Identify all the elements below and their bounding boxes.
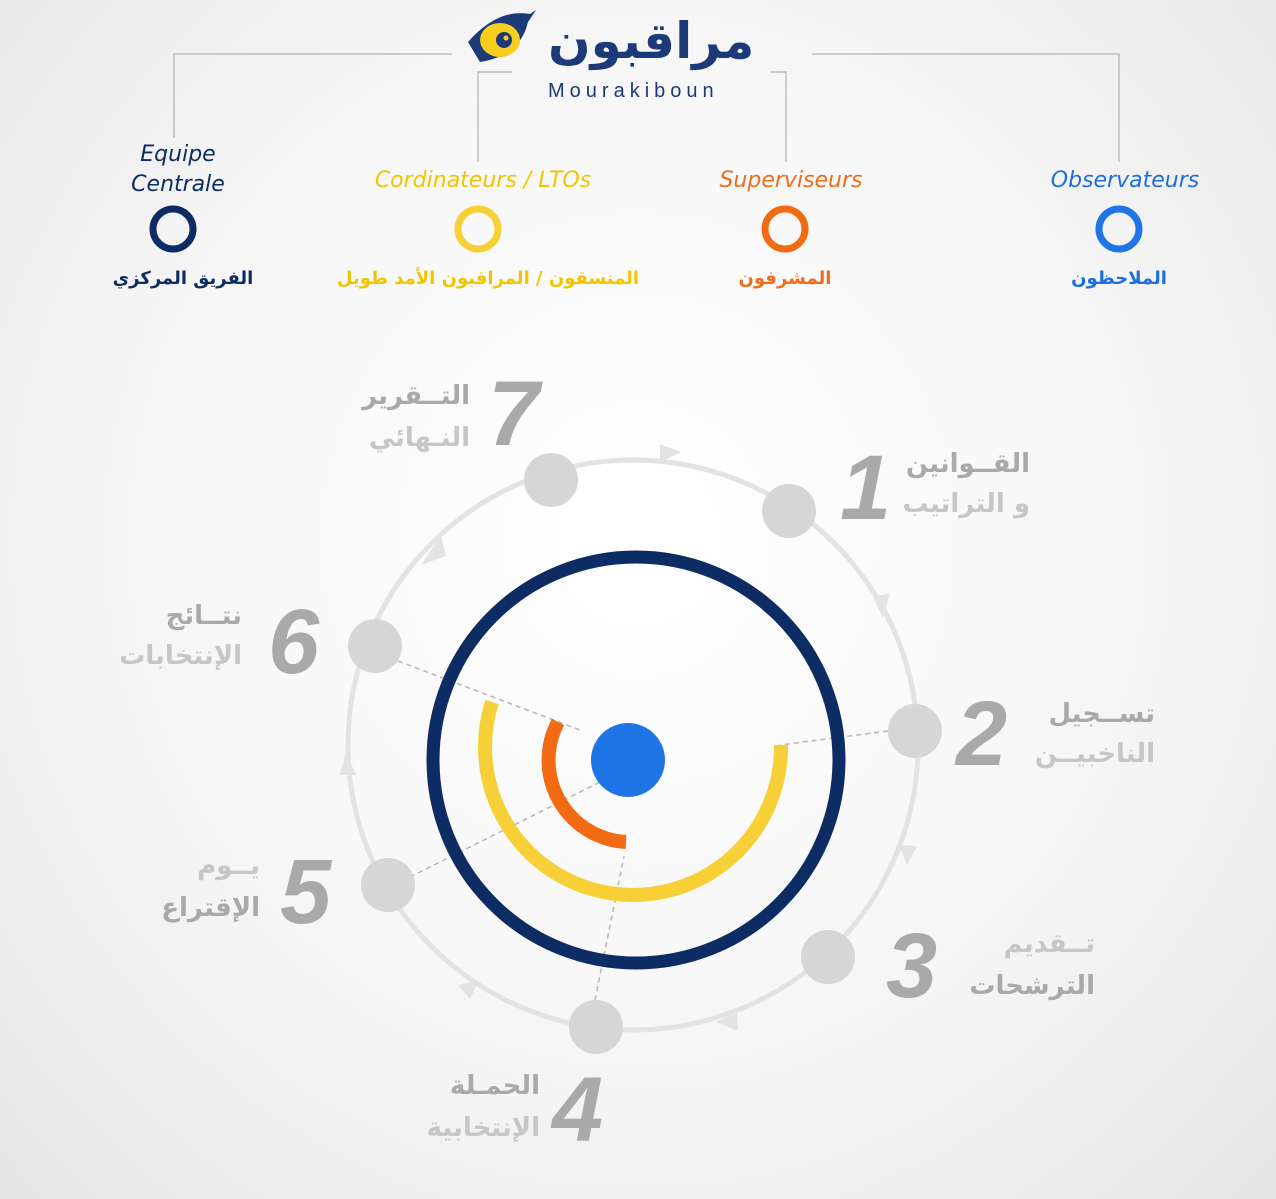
step-number-6: 6 xyxy=(268,591,320,693)
step-number-7: 7 xyxy=(488,363,540,465)
step-node-5 xyxy=(361,858,415,912)
step-number-3: 3 xyxy=(886,915,938,1017)
role-coordinators-fr: Cordinateurs / LTOs xyxy=(374,168,592,193)
step-3-line1: تــقديم xyxy=(1003,929,1095,959)
step-7-line2: النـهائي xyxy=(368,423,470,453)
role-supervisors-fr: Superviseurs xyxy=(719,168,863,193)
role-marker-coordinators xyxy=(454,205,502,253)
step-1-line1: القــوانين xyxy=(905,449,1030,479)
role-central-fr: Equipe Centrale xyxy=(131,142,225,197)
role-observers-fr: Observateurs xyxy=(1050,168,1200,193)
arrow-icon xyxy=(660,444,681,462)
step-node-6 xyxy=(348,619,402,673)
step-5-line1: يــوم xyxy=(197,851,260,881)
step-4-line1: الحمـلة xyxy=(449,1071,540,1101)
step-number-4: 4 xyxy=(552,1059,604,1161)
eye-icon xyxy=(468,10,536,62)
step-4-line2: الإنتخابية xyxy=(426,1113,540,1143)
step-number-5: 5 xyxy=(280,841,332,943)
role-marker-observers xyxy=(1095,205,1143,253)
role-marker-supervisors xyxy=(761,205,809,253)
connector-supervisors xyxy=(770,71,787,162)
step-6-line1: نتــائج xyxy=(165,601,242,631)
step-node-3 xyxy=(801,930,855,984)
role-supervisors-ar: المشرفون xyxy=(738,268,832,289)
arrow-icon xyxy=(899,845,917,865)
observers-core xyxy=(591,723,665,797)
connector-central xyxy=(173,53,452,138)
header-connectors xyxy=(173,53,1120,162)
step-7-line1: التــقرير xyxy=(362,381,470,411)
step-number-2: 2 xyxy=(956,683,1008,785)
connector-observers xyxy=(812,53,1120,162)
connector-coordinators xyxy=(477,71,512,162)
role-observers-ar: الملاحظون xyxy=(1071,268,1167,289)
step-node-4 xyxy=(569,1000,623,1054)
step-1-line2: و التراتيب xyxy=(902,489,1031,519)
step-node-1 xyxy=(762,484,816,538)
step-node-2 xyxy=(888,704,942,758)
step-6-line2: الإنتخابات xyxy=(119,641,242,671)
logo-title-ar: مراقبون xyxy=(548,12,755,70)
step-2-line2: الناخبيــن xyxy=(1034,739,1155,769)
role-coordinators-ar: المنسقون / المراقبون الأمد طويل xyxy=(336,268,640,289)
logo-title-fr: Mourakiboun xyxy=(548,80,719,102)
step-5-line2: الإقتراع xyxy=(161,893,260,923)
arrow-icon xyxy=(458,980,479,999)
role-central-ar: الفريق المركزي xyxy=(112,268,254,289)
infographic: مراقبون Mourakiboun Equipe Centrale الفر… xyxy=(0,0,1276,1199)
role-marker-central xyxy=(149,205,197,253)
step-3-line2: الترشحات xyxy=(969,971,1095,1001)
step-2-line1: تســجيل xyxy=(1048,699,1155,729)
